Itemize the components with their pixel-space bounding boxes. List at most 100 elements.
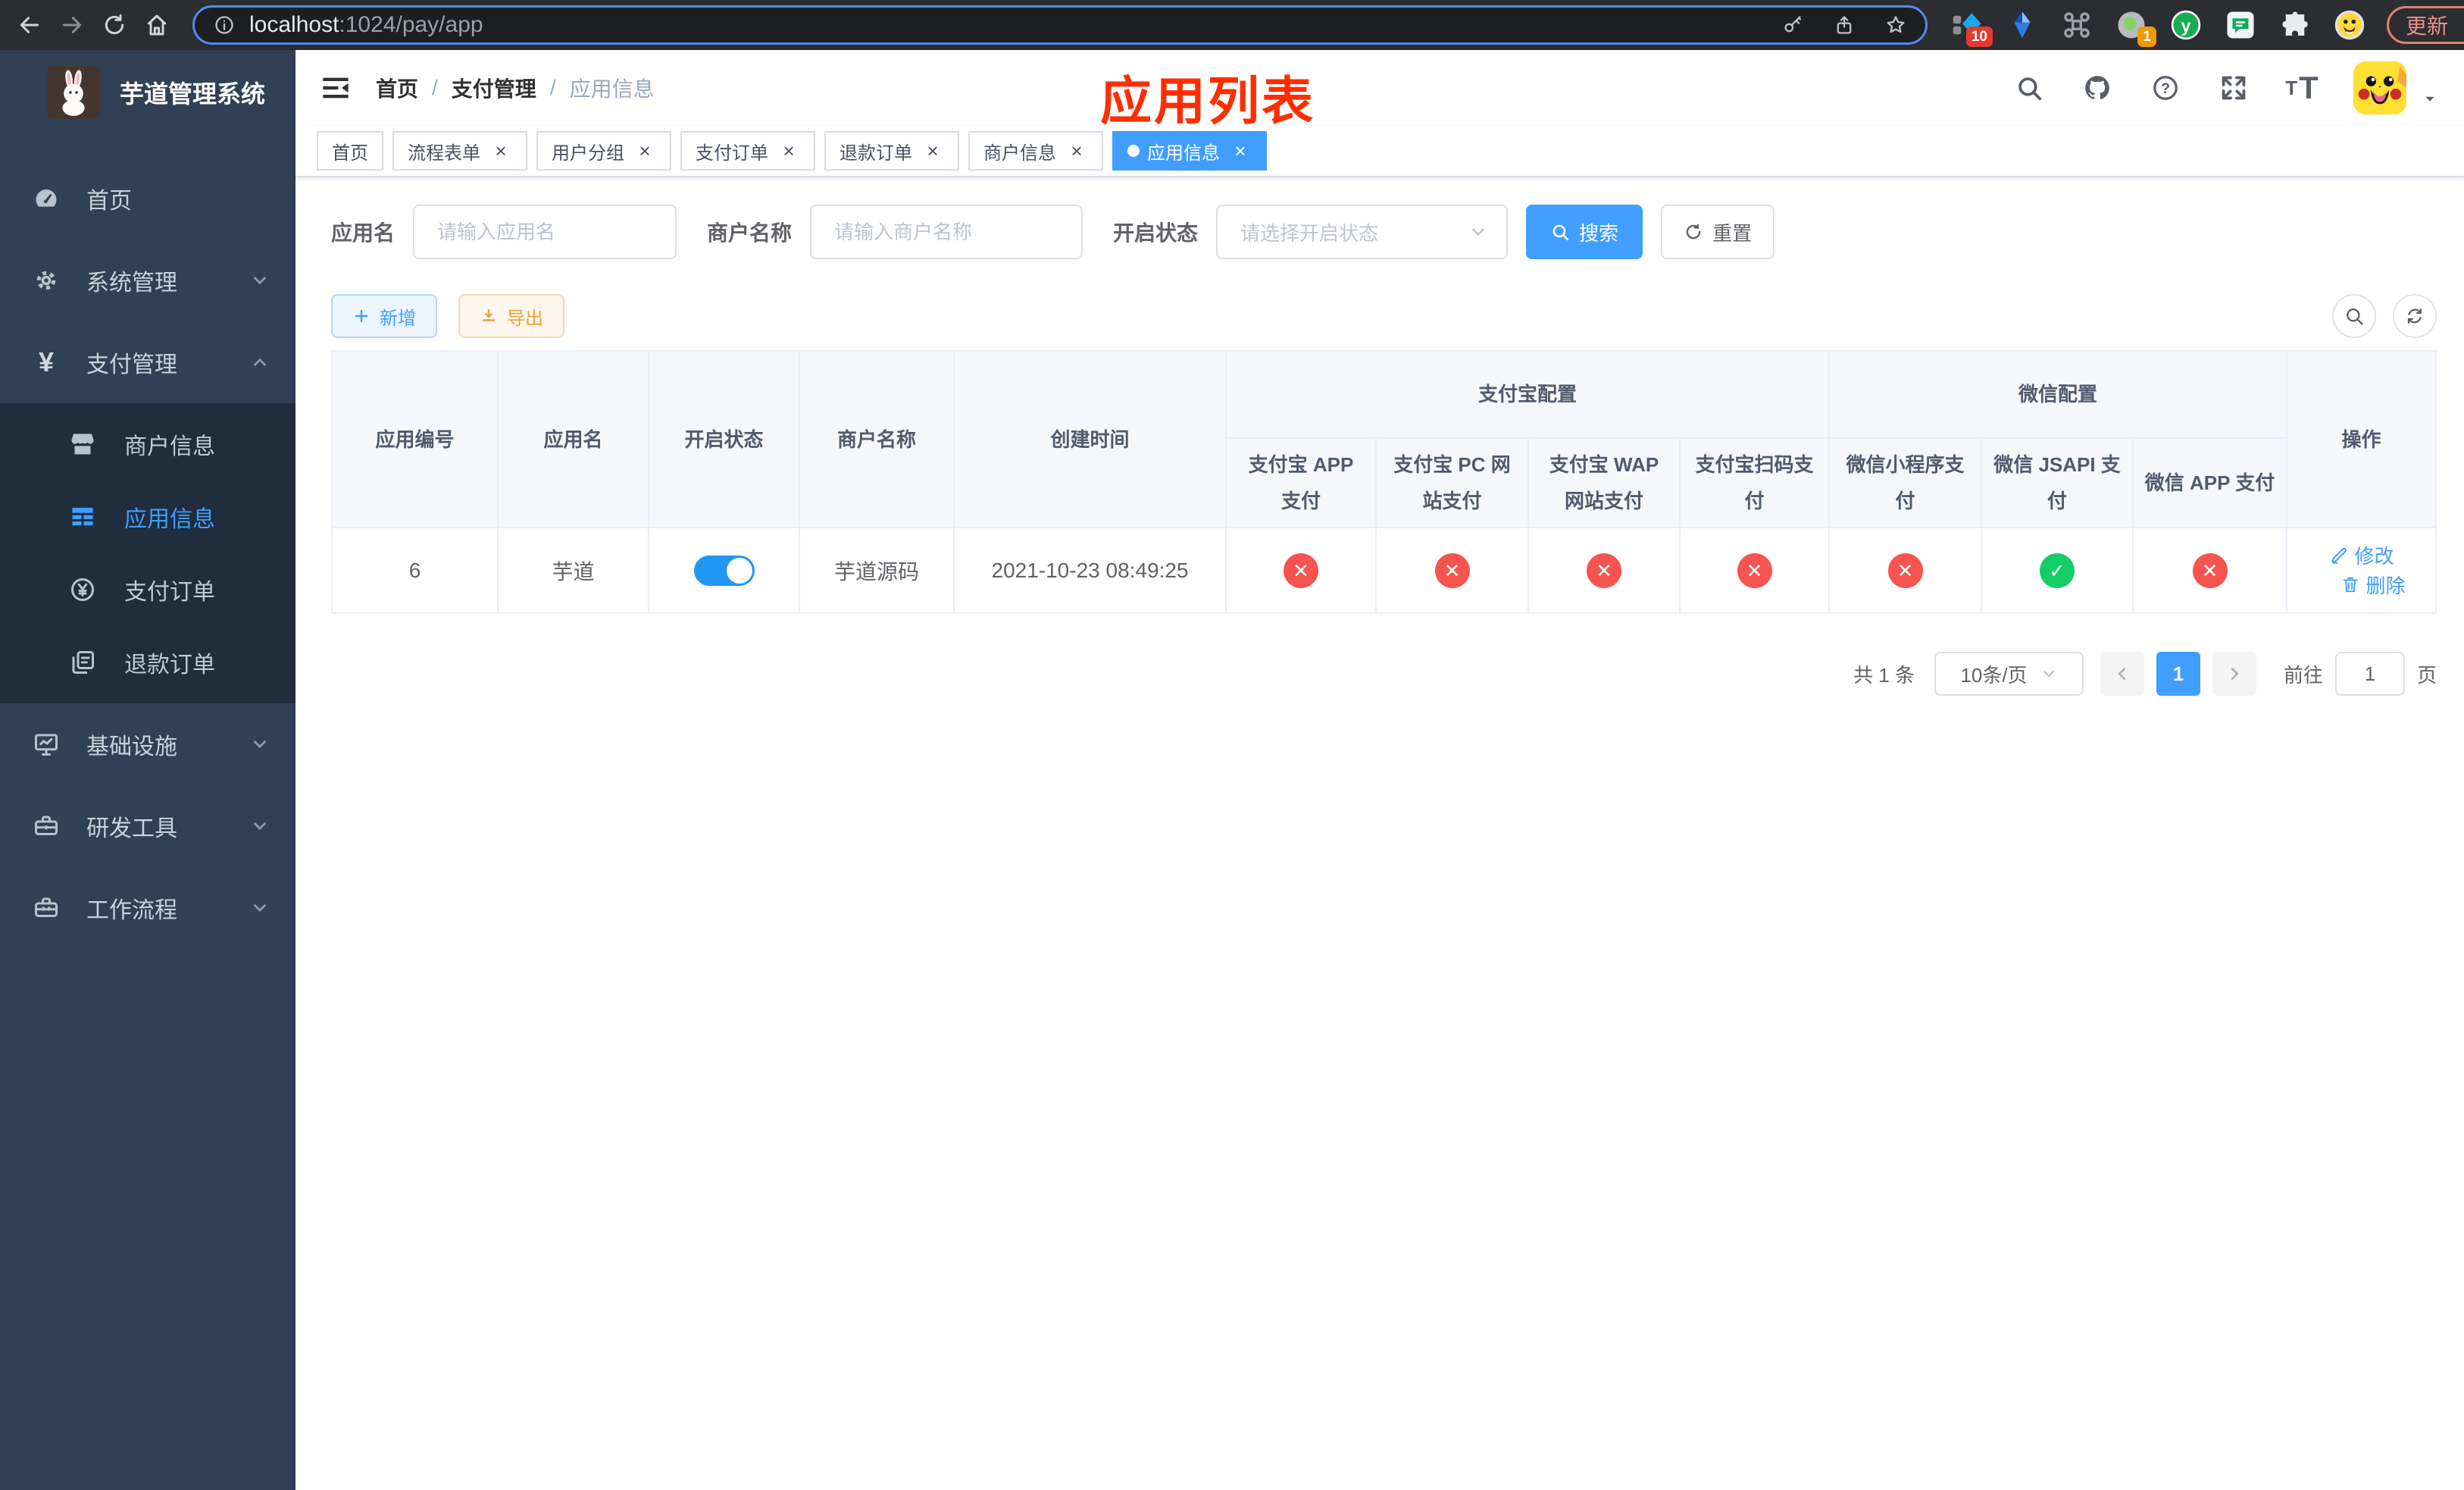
close-icon[interactable]: × xyxy=(1229,139,1252,162)
toggle-search-button[interactable] xyxy=(2332,294,2377,338)
add-button[interactable]: 新增 xyxy=(331,294,437,338)
app-name-label: 应用名 xyxy=(331,221,396,245)
app-name-input[interactable] xyxy=(413,205,677,259)
toolbox-icon xyxy=(32,812,61,840)
tab-user-group[interactable]: 用户分组 × xyxy=(536,131,671,171)
close-icon[interactable]: × xyxy=(777,139,800,162)
next-page-button[interactable] xyxy=(2212,652,2256,696)
breadcrumb-current: 应用信息 xyxy=(569,77,655,101)
github-icon[interactable] xyxy=(2081,71,2114,105)
extension-command-icon[interactable] xyxy=(2059,8,2094,42)
close-icon[interactable]: × xyxy=(921,139,944,162)
avatar[interactable] xyxy=(2353,61,2407,114)
sidebar-item-label: 退款订单 xyxy=(124,653,215,678)
sidebar-collapse-icon[interactable] xyxy=(318,70,353,105)
delete-link[interactable]: 删除 xyxy=(2340,571,2406,599)
goto-label: 前往 xyxy=(2283,663,2323,687)
cell-status xyxy=(648,527,800,615)
status-select[interactable]: 请选择开启状态 xyxy=(1216,205,1509,259)
sidebar-item-label: 首页 xyxy=(86,189,132,214)
monitor-icon xyxy=(32,730,61,759)
update-label: 更新 xyxy=(2406,14,2449,38)
font-size-icon[interactable]: TT xyxy=(2285,71,2319,105)
extension-y-icon[interactable]: y xyxy=(2169,8,2203,42)
breadcrumb-payment[interactable]: 支付管理 xyxy=(452,73,536,103)
screen: localhost:1024/pay/app 10 1 y 更新 芋道管理系统 … xyxy=(0,0,2464,1490)
sidebar-item-merchant-info[interactable]: 商户信息 xyxy=(0,408,295,480)
column-header-wx-app: 微信 APP 支付 xyxy=(2132,437,2288,529)
column-header-merchant: 商户名称 xyxy=(799,349,955,529)
sidebar-item-payment[interactable]: ¥ 支付管理 xyxy=(0,321,295,403)
sidebar-item-infrastructure[interactable]: 基础设施 xyxy=(0,703,295,785)
extension-kite-icon[interactable] xyxy=(2005,8,2040,42)
share-icon[interactable] xyxy=(1831,12,1857,38)
search-button[interactable]: 搜索 xyxy=(1526,205,1643,259)
briefcase-icon xyxy=(32,894,61,922)
sidebar-item-dev-tools[interactable]: 研发工具 xyxy=(0,785,295,867)
browser-forward-icon[interactable] xyxy=(55,8,89,42)
sidebar-item-workflow[interactable]: 工作流程 xyxy=(0,867,295,949)
sidebar-item-refund-order[interactable]: 退款订单 xyxy=(0,626,295,699)
goto-page-input[interactable] xyxy=(2335,652,2405,696)
sidebar-item-label: 系统管理 xyxy=(86,271,177,296)
prev-page-button[interactable] xyxy=(2100,652,2144,696)
yen-icon: ¥ xyxy=(38,346,55,377)
fullscreen-icon[interactable] xyxy=(2217,71,2250,105)
cell-app-name: 芋道 xyxy=(497,527,649,615)
site-info-icon[interactable] xyxy=(211,12,237,38)
tab-app-info[interactable]: 应用信息 × xyxy=(1112,131,1267,171)
tab-merchant-info[interactable]: 商户信息 × xyxy=(968,131,1103,171)
refresh-button[interactable] xyxy=(2393,294,2437,338)
export-button[interactable]: 导出 xyxy=(458,294,564,338)
sidebar-item-app-info[interactable]: 应用信息 xyxy=(0,480,295,553)
close-icon[interactable]: × xyxy=(489,139,512,162)
cell-actions: 修改 删除 xyxy=(2286,527,2437,615)
tab-pay-order[interactable]: 支付订单 × xyxy=(680,131,815,171)
bookmark-star-icon[interactable] xyxy=(1883,12,1909,38)
address-bar[interactable]: localhost:1024/pay/app xyxy=(192,5,1928,45)
sidebar-item-label: 研发工具 xyxy=(86,816,177,841)
extension-sider-icon[interactable]: 10 xyxy=(1950,8,1993,47)
merchant-name-input[interactable] xyxy=(810,205,1083,259)
sidebar-item-home[interactable]: 首页 xyxy=(0,158,295,239)
browser-update-button[interactable]: 更新 xyxy=(2387,6,2464,44)
profile-smiley-icon[interactable] xyxy=(2332,8,2367,42)
chevron-down-icon xyxy=(2040,665,2058,683)
tab-refund-order[interactable]: 退款订单 × xyxy=(824,131,959,171)
help-icon[interactable]: ? xyxy=(2149,71,2182,105)
grid-table-icon xyxy=(68,502,97,531)
status-toggle[interactable] xyxy=(693,555,755,586)
sidebar-item-pay-order[interactable]: 支付订单 xyxy=(0,553,295,626)
sidebar-item-label: 商户信息 xyxy=(124,434,215,459)
column-group-alipay: 支付宝配置 xyxy=(1224,350,1831,439)
browser-reload-icon[interactable] xyxy=(97,8,132,42)
avatar-caret-icon[interactable] xyxy=(2422,69,2438,107)
browser-back-icon[interactable] xyxy=(12,8,47,42)
browser-home-icon[interactable] xyxy=(139,8,174,42)
page-size-select[interactable]: 10条/页 xyxy=(1934,652,2084,696)
extensions-puzzle-icon[interactable] xyxy=(2278,8,2312,42)
tab-home[interactable]: 首页 xyxy=(317,131,383,171)
tab-process-form[interactable]: 流程表单 × xyxy=(392,131,527,171)
app-logo-row[interactable]: 芋道管理系统 xyxy=(0,50,295,135)
password-key-icon[interactable] xyxy=(1780,12,1806,38)
active-tab-dot xyxy=(1127,145,1140,157)
extension-badge: 1 xyxy=(2137,27,2156,47)
extension-chat-icon[interactable] xyxy=(2223,8,2258,42)
wx-jsapi-status-icon: ✓ xyxy=(2040,552,2075,588)
sidebar-item-system[interactable]: 系统管理 xyxy=(0,239,295,321)
close-icon[interactable]: × xyxy=(1065,139,1088,162)
extension-recorder-icon[interactable]: 1 xyxy=(2114,8,2156,47)
close-icon[interactable]: × xyxy=(633,139,656,162)
column-header-app-name: 应用名 xyxy=(497,349,649,529)
page-annotation: 应用列表 xyxy=(1100,73,1316,130)
header-search-icon[interactable] xyxy=(2012,71,2046,105)
sidebar-menu: 首页 系统管理 ¥ 支付管理 商户信息 应用信息 支付订单 退款订单 基础设施 … xyxy=(0,158,295,949)
reset-button[interactable]: 重置 xyxy=(1661,205,1775,259)
page-number-1[interactable]: 1 xyxy=(2156,652,2200,696)
sidebar-item-label: 工作流程 xyxy=(86,898,177,923)
breadcrumb-home[interactable]: 首页 xyxy=(376,73,418,103)
edit-link[interactable]: 修改 xyxy=(2329,541,2394,569)
gear-icon xyxy=(32,266,61,295)
sidebar-item-label: 基础设施 xyxy=(86,734,177,759)
